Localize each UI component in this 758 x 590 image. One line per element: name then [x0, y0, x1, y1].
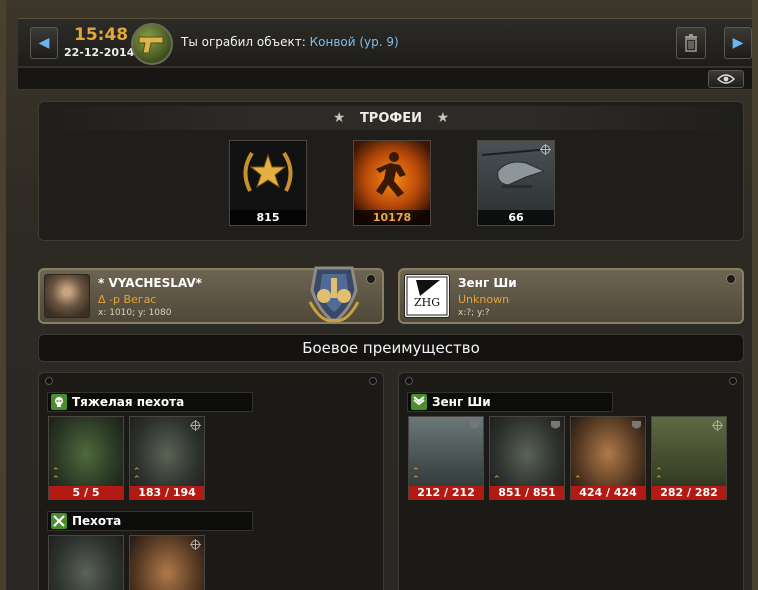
unit-card[interactable]: ⌃ ⌃ 183 / 194	[129, 416, 205, 500]
unit-hp: 212 / 212	[409, 486, 483, 499]
shield-icon	[632, 421, 641, 429]
attacker-coords: x: 1010; y: 1080	[98, 308, 172, 318]
panel-rivet	[369, 377, 377, 385]
running-soldier-icon	[376, 152, 406, 197]
report-header: ◀ 15:48 22-12-2014 Ты ограбил объект: Ко…	[18, 18, 752, 66]
unit-hp: 851 / 851	[490, 486, 564, 499]
unit-card[interactable]: ⌃ ⌃ 282 / 282	[651, 416, 727, 500]
attacker-army-panel: Тяжелая пехота ⌃ ⌃ 5 / 5 ⌃ ⌃ 183 / 194 Пех…	[38, 372, 384, 590]
rank-chevron-icon: ⌃ ⌃	[412, 467, 420, 485]
next-report-button[interactable]: ▶	[724, 27, 752, 59]
event-description: Ты ограбил объект: Конвой (ур. 9)	[181, 35, 399, 49]
attacker-avatar	[44, 274, 90, 318]
event-label: Ты ограбил объект:	[181, 35, 306, 49]
target-icon	[190, 539, 201, 550]
trophy-card-vehicles[interactable]: 66	[477, 140, 555, 226]
rank-chevron-icon: ⌃ ⌃	[655, 467, 663, 485]
trophies-title: ТРОФЕИ	[359, 111, 423, 126]
combat-advantage-bar: Боевое преимущество	[38, 334, 744, 362]
unit-hp: 5 / 5	[49, 486, 123, 499]
star-icon: ★	[436, 110, 450, 126]
crossed-rifles-icon	[51, 513, 67, 529]
target-icon	[712, 420, 723, 431]
unit-card[interactable]: ⌃ ⌃ 5 / 5	[48, 416, 124, 500]
trophy-count: 66	[478, 210, 554, 225]
unit-card[interactable]	[129, 535, 205, 590]
unit-card[interactable]: ⌃ 424 / 424	[570, 416, 646, 500]
trophies-heading: ★ ТРОФЕИ ★	[39, 106, 743, 130]
trash-icon	[685, 34, 697, 52]
rank-chevron-icon: ⌃ ⌃	[52, 467, 60, 485]
defender-plate[interactable]: ZHG Зенг Ши Unknown x:?; y:?	[398, 268, 744, 324]
target-icon	[190, 420, 201, 431]
report-time: 15:48	[74, 25, 129, 45]
defender-avatar-text: ZHG	[414, 296, 440, 309]
group-title: Зенг Ши	[432, 395, 491, 409]
trophy-card-units[interactable]: 10178	[353, 140, 431, 226]
star-icon: ★	[332, 110, 346, 126]
shield-icon	[551, 421, 560, 429]
chevron-right-icon: ▶	[732, 35, 744, 51]
trophy-count: 10178	[354, 210, 430, 225]
unit-card[interactable]: ⌃ ⌃ 212 / 212	[408, 416, 484, 500]
delete-report-button[interactable]	[676, 27, 706, 59]
previous-report-button[interactable]: ◀	[30, 27, 58, 59]
target-link[interactable]: Конвой (ур. 9)	[310, 35, 399, 49]
laurel-star-icon	[243, 151, 293, 192]
eye-icon	[717, 74, 735, 84]
panel-rivet	[405, 377, 413, 385]
unit-hp: 183 / 194	[130, 486, 204, 499]
target-icon	[540, 144, 551, 155]
report-window: ◀ 15:48 22-12-2014 Ты ограбил объект: Ко…	[0, 0, 758, 590]
unit-hp: 282 / 282	[652, 486, 726, 499]
group-header-defender: Зенг Ши	[407, 392, 613, 412]
trophy-card-glory[interactable]: 815	[229, 140, 307, 226]
rank-chevron-icon: ⌃	[574, 475, 582, 485]
group-header-infantry: Пехота	[47, 511, 253, 531]
attacker-location: Δ -р Вегас	[98, 293, 157, 306]
rank-chevron-icon	[411, 394, 427, 410]
defender-coords: x:?; y:?	[458, 308, 490, 318]
defender-avatar: ZHG	[404, 274, 450, 318]
unit-card[interactable]: ⌃ 851 / 851	[489, 416, 565, 500]
pistol-icon	[131, 23, 173, 65]
report-date: 22-12-2014	[64, 46, 135, 59]
defender-location: Unknown	[458, 293, 510, 306]
group-title: Пехота	[72, 514, 122, 528]
status-dot	[366, 274, 376, 284]
group-header-heavy-infantry: Тяжелая пехота	[47, 392, 253, 412]
skull-icon	[51, 394, 67, 410]
attacker-name: * VYACHESLAV*	[98, 276, 202, 290]
trophy-count: 815	[230, 210, 306, 225]
shield-icon	[470, 421, 479, 429]
status-dot	[726, 274, 736, 284]
panel-rivet	[729, 377, 737, 385]
rank-chevron-icon: ⌃ ⌃	[133, 467, 141, 485]
unit-card[interactable]	[48, 535, 124, 590]
skull-shield-badge-icon	[308, 266, 360, 324]
toolbar-strip	[18, 68, 752, 90]
group-title: Тяжелая пехота	[72, 395, 185, 409]
defender-army-panel: Зенг Ши ⌃ ⌃ 212 / 212 ⌃ 851 / 851 ⌃ 424 /…	[398, 372, 744, 590]
toggle-visibility-button[interactable]	[708, 70, 744, 88]
rank-chevron-icon: ⌃	[493, 475, 501, 485]
trophies-panel: ★ ТРОФЕИ ★ 815 10178 66	[38, 101, 744, 241]
panel-rivet	[45, 377, 53, 385]
chevron-left-icon: ◀	[38, 35, 50, 51]
defender-name: Зенг Ши	[458, 276, 517, 290]
unit-hp: 424 / 424	[571, 486, 645, 499]
